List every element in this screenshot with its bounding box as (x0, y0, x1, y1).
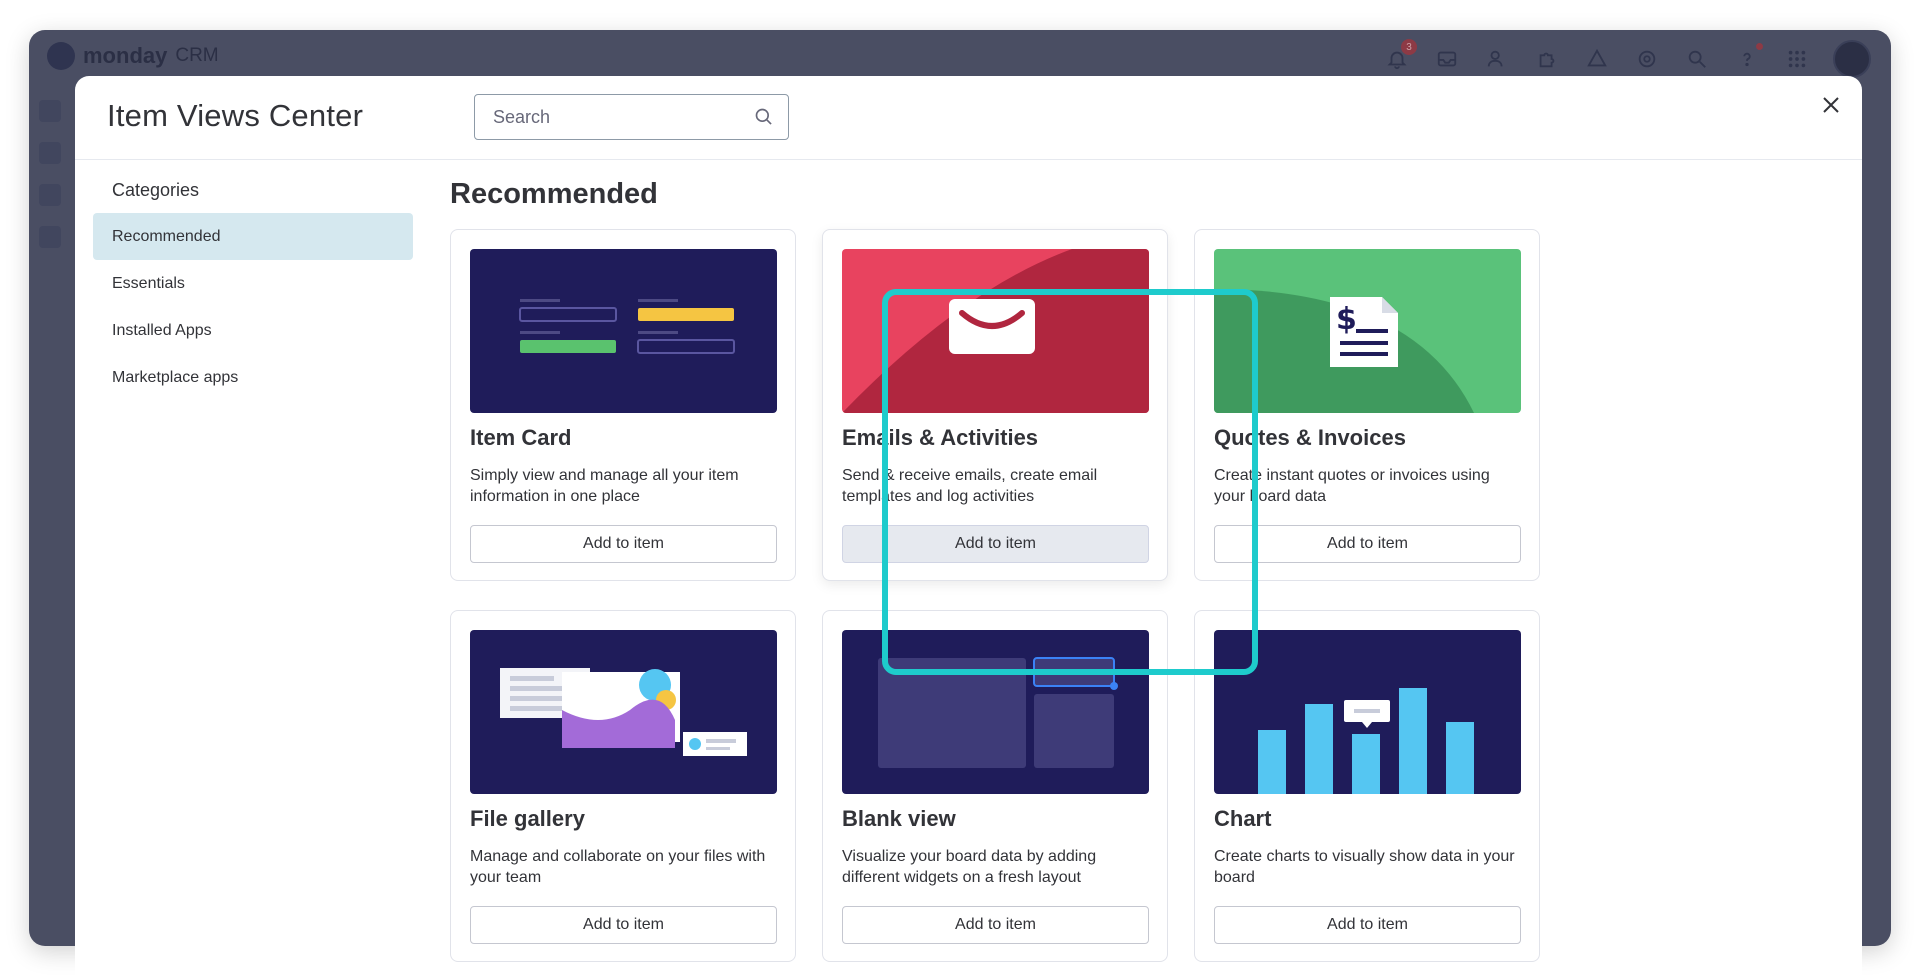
add-to-item-button[interactable]: Add to item (470, 906, 777, 944)
svg-text:$: $ (1336, 302, 1357, 337)
card-description: Create instant quotes or invoices using … (1214, 467, 1490, 505)
view-card-quotes-invoices[interactable]: $ Quotes & Invoices Create instant quote… (1194, 229, 1540, 581)
search-icon[interactable] (1683, 45, 1711, 73)
app-switcher-grid-icon[interactable] (1783, 45, 1811, 73)
brand-logo: monday CRM (47, 42, 219, 70)
brand-suffix: CRM (175, 45, 219, 66)
card-title: Chart (1214, 806, 1272, 831)
card-description: Manage and collaborate on your files wit… (470, 848, 766, 886)
categories-title: Categories (112, 180, 200, 200)
search-icon (755, 108, 772, 125)
notification-badge: 3 (1401, 39, 1417, 55)
monday-logo-icon (47, 42, 75, 70)
integrations-icon[interactable] (1583, 45, 1611, 73)
item-card-thumbnail (470, 249, 777, 413)
apps-puzzle-icon[interactable] (1533, 45, 1561, 73)
category-recommended[interactable]: Recommended (93, 213, 413, 260)
card-description: Send & receive emails, create email temp… (842, 467, 1098, 505)
categories-list: Recommended Essentials Installed Apps Ma… (93, 213, 413, 401)
inbox-icon[interactable] (1433, 45, 1461, 73)
card-title: Emails & Activities (842, 425, 1039, 450)
card-title: File gallery (470, 806, 585, 831)
add-to-item-button[interactable]: Add to item (842, 525, 1149, 563)
add-to-item-button[interactable]: Add to item (1214, 525, 1521, 563)
favorites-icon[interactable] (39, 226, 61, 248)
card-title: Quotes & Invoices (1214, 425, 1406, 450)
help-dot (1756, 43, 1763, 50)
view-card-blank-view[interactable]: Blank view Visualize your board data by … (822, 610, 1168, 962)
add-to-item-button[interactable]: Add to item (470, 525, 777, 563)
modal-header: Item Views Center (75, 76, 1862, 160)
top-icons: 3 (1383, 39, 1871, 78)
card-title: Blank view (842, 806, 956, 831)
section-title: Recommended (450, 178, 658, 210)
bar-chart-thumbnail (1214, 630, 1521, 794)
left-rail (39, 100, 61, 248)
category-marketplace-apps[interactable]: Marketplace apps (93, 354, 413, 401)
file-gallery-thumbnail (470, 630, 777, 794)
close-icon (1823, 97, 1839, 113)
view-card-file-gallery[interactable]: File gallery Manage and collaborate on y… (450, 610, 796, 962)
add-to-item-button[interactable]: Add to item (842, 906, 1149, 944)
settings-gear-icon[interactable] (1633, 45, 1661, 73)
add-to-item-button[interactable]: Add to item (1214, 906, 1521, 944)
modal-title: Item Views Center (107, 98, 364, 133)
invite-members-icon[interactable] (1483, 45, 1511, 73)
boards-icon[interactable] (39, 184, 61, 206)
user-avatar[interactable] (1833, 40, 1871, 78)
category-installed-apps[interactable]: Installed Apps (93, 307, 413, 354)
search-box[interactable] (474, 94, 789, 140)
card-title: Item Card (470, 425, 572, 450)
brand-name: monday (83, 43, 168, 68)
my-work-icon[interactable] (39, 142, 61, 164)
view-card-item-card[interactable]: Item Card Simply view and manage all you… (450, 229, 796, 581)
invoice-dollar-thumbnail: $ (1214, 249, 1521, 413)
app-topbar: monday CRM 3 (29, 30, 1891, 82)
card-description: Simply view and manage all your item inf… (470, 467, 739, 505)
email-envelope-thumbnail (842, 249, 1149, 413)
bell-icon[interactable]: 3 (1383, 39, 1417, 73)
category-essentials[interactable]: Essentials (93, 260, 413, 307)
view-card-chart[interactable]: Chart Create charts to visually show dat… (1194, 610, 1540, 962)
item-views-center-modal: Item Views Center Categories Recommended… (75, 76, 1862, 976)
help-icon[interactable] (1733, 43, 1763, 73)
home-icon[interactable] (39, 100, 61, 122)
card-description: Visualize your board data by adding diff… (842, 848, 1097, 886)
close-button[interactable] (1816, 90, 1846, 120)
card-description: Create charts to visually show data in y… (1214, 848, 1515, 886)
blank-view-thumbnail (842, 630, 1149, 794)
search-input[interactable] (493, 106, 754, 128)
view-card-emails-activities[interactable]: Emails & Activities Send & receive email… (822, 229, 1168, 581)
